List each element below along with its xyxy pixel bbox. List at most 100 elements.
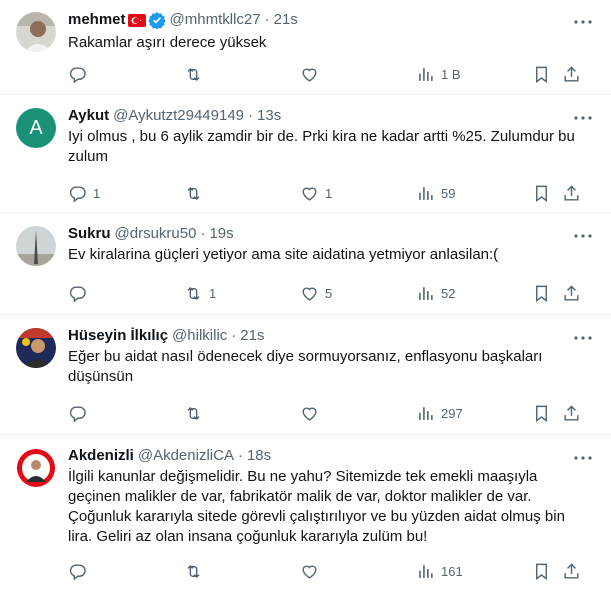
more-icon[interactable] (573, 448, 593, 468)
bookmark-button[interactable] (532, 396, 551, 430)
author-name[interactable]: mehmet (68, 10, 126, 30)
reply-button[interactable] (68, 554, 93, 588)
share-button[interactable] (562, 396, 581, 430)
avatar[interactable]: A (16, 108, 56, 148)
like-button[interactable]: 1 (300, 176, 332, 210)
tweet-header: mehmet @mhmtkllc27 · 21s (68, 10, 298, 30)
tweet-time[interactable]: 18s (247, 446, 271, 466)
more-icon[interactable] (573, 12, 593, 32)
tweet-actions: 1 B (60, 57, 600, 91)
share-button[interactable] (562, 276, 581, 310)
retweet-button[interactable] (184, 554, 209, 588)
share-icon (564, 404, 579, 421)
tweet-actions: 297 (60, 396, 600, 430)
share-button[interactable] (562, 554, 581, 588)
retweet-button[interactable] (184, 396, 209, 430)
reply-icon (69, 185, 86, 202)
share-button[interactable] (562, 57, 581, 91)
retweet-button[interactable]: 1 (184, 276, 216, 310)
tweet-3[interactable]: Hüseyin İlkılıç @hilkilic · 21s Eğer bu … (0, 316, 611, 435)
retweet-button[interactable] (184, 57, 209, 91)
author-handle[interactable]: @Aykutzt29449149 (113, 106, 244, 126)
bookmark-icon (536, 66, 547, 83)
avatar[interactable] (16, 226, 56, 266)
separator-dot: · (231, 327, 237, 344)
share-icon (564, 562, 579, 579)
tweet-2[interactable]: Sukru @drsukru50 · 19s Ev kiralarina güç… (0, 214, 611, 315)
reply-button[interactable] (68, 396, 93, 430)
retweet-icon (187, 564, 200, 578)
like-button[interactable] (300, 57, 325, 91)
tweet-header: Sukru @drsukru50 · 19s (68, 224, 234, 244)
avatar[interactable] (16, 328, 56, 368)
views-button[interactable]: 59 (416, 176, 455, 210)
bookmark-icon (536, 285, 547, 302)
tweet-0[interactable]: mehmet @mhmtkllc27 · 21s Rakamlar aşırı … (0, 0, 611, 95)
separator-dot: · (237, 447, 243, 464)
author-name[interactable]: Akdenizli (68, 446, 134, 466)
bookmark-icon (536, 405, 547, 422)
avatar[interactable] (16, 448, 56, 488)
tweet-1[interactable]: A Aykut @Aykutzt29449149 · 13s Iyi olmus… (0, 96, 611, 213)
like-icon (302, 187, 317, 201)
views-count: 52 (441, 285, 456, 301)
tweet-header: Hüseyin İlkılıç @hilkilic · 21s (68, 326, 264, 346)
like-count: 1 (325, 185, 333, 201)
bookmark-icon (536, 185, 547, 202)
tweet-text: Eğer bu aidat nasıl ödenecek diye sormuy… (68, 348, 547, 385)
views-count: 161 (441, 563, 463, 579)
more-icon[interactable] (573, 226, 593, 246)
like-count: 5 (325, 285, 333, 301)
reply-feed: mehmet @mhmtkllc27 · 21s Rakamlar aşırı … (0, 0, 611, 589)
share-button[interactable] (562, 176, 581, 210)
author-handle[interactable]: @mhmtkllc27 (170, 10, 261, 30)
retweet-count: 1 (209, 285, 217, 301)
retweet-icon (187, 67, 200, 81)
views-icon (419, 286, 433, 300)
verified-icon (147, 11, 166, 29)
tweet-text: Ev kiralarina güçleri yetiyor ama site a… (68, 246, 499, 263)
views-button[interactable]: 52 (416, 276, 455, 310)
views-button[interactable]: 297 (416, 396, 463, 430)
reply-button[interactable] (68, 57, 93, 91)
separator-dot: · (200, 225, 206, 242)
views-count: 297 (441, 405, 463, 421)
more-icon[interactable] (573, 108, 593, 128)
bookmark-button[interactable] (532, 554, 551, 588)
share-icon (564, 184, 579, 201)
more-icon[interactable] (573, 328, 593, 348)
views-icon (419, 564, 433, 578)
reply-button[interactable]: 1 (68, 176, 100, 210)
avatar[interactable] (16, 12, 56, 52)
tweet-time[interactable]: 19s (209, 224, 233, 244)
tweet-4[interactable]: Akdenizli @AkdenizliCA · 18s İlgili kanu… (0, 436, 611, 589)
bookmark-button[interactable] (532, 57, 551, 91)
bookmark-icon (536, 563, 547, 580)
tweet-actions: 1 5 52 (60, 276, 600, 310)
views-icon (419, 186, 433, 200)
author-handle[interactable]: @drsukru50 (115, 224, 197, 244)
turkey-flag-icon (127, 13, 146, 27)
like-button[interactable] (300, 396, 325, 430)
bookmark-button[interactable] (532, 276, 551, 310)
bookmark-button[interactable] (532, 176, 551, 210)
like-button[interactable]: 5 (300, 276, 332, 310)
reply-button[interactable] (68, 276, 93, 310)
author-handle[interactable]: @AkdenizliCA (138, 446, 234, 466)
author-name[interactable]: Hüseyin İlkılıç (68, 326, 168, 346)
retweet-icon (187, 406, 200, 420)
like-icon (302, 407, 317, 421)
retweet-button[interactable] (184, 176, 209, 210)
author-handle[interactable]: @hilkilic (172, 326, 227, 346)
views-button[interactable]: 1 B (416, 57, 461, 91)
tweet-time[interactable]: 21s (240, 326, 264, 346)
share-icon (564, 65, 579, 82)
author-name[interactable]: Sukru (68, 224, 111, 244)
tweet-time[interactable]: 21s (274, 10, 298, 30)
views-icon (419, 67, 433, 81)
views-button[interactable]: 161 (416, 554, 463, 588)
tweet-time[interactable]: 13s (257, 106, 281, 126)
author-name[interactable]: Aykut (68, 106, 109, 126)
like-button[interactable] (300, 554, 325, 588)
reply-count: 1 (93, 185, 101, 201)
